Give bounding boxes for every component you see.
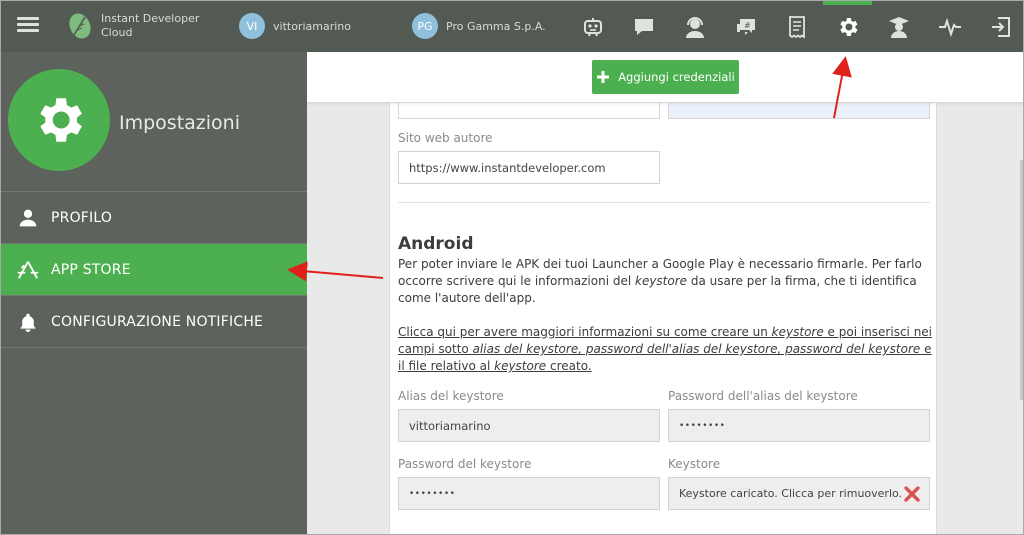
top-nav-icons: # — [567, 1, 1024, 52]
android-heading: Android — [398, 234, 474, 254]
leaf-logo-icon — [69, 13, 91, 39]
user-avatar: VI — [239, 13, 265, 39]
svg-text:#: # — [744, 21, 751, 30]
keystore-file-field[interactable]: Keystore caricato. Clicca per rimuoverlo… — [668, 477, 930, 510]
sidebar-item-app-store[interactable]: APP STORE — [1, 244, 307, 296]
sidebar-item-notifiche[interactable]: CONFIGURAZIONE NOTIFICHE — [1, 296, 307, 348]
company-name: Pro Gamma S.p.A. — [446, 19, 546, 33]
sidebar: Impostazioni PROFILO APP STORE CONFIGURA… — [1, 52, 307, 535]
author-email-field[interactable] — [668, 103, 930, 119]
brand-logo[interactable]: Instant Developer Cloud — [65, 11, 199, 41]
add-credentials-button[interactable]: Aggiungi credenziali — [592, 60, 739, 94]
chat-icon[interactable] — [618, 1, 669, 52]
sidebar-item-label: PROFILO — [51, 209, 113, 226]
author-name-field[interactable] — [398, 103, 660, 119]
logout-icon[interactable] — [975, 1, 1024, 52]
section-divider — [398, 202, 930, 203]
settings-icon[interactable] — [822, 1, 873, 52]
link-text-1: Clicca qui per avere maggiori informazio… — [398, 325, 772, 339]
user-menu[interactable]: VI vittoriamarino — [239, 13, 351, 39]
brand-line-2: Cloud — [101, 26, 133, 39]
forum-icon[interactable]: # — [720, 1, 771, 52]
link-text-4: creato. — [546, 359, 592, 373]
link-text-fields: alias del keystore, password dell'alias … — [472, 342, 921, 356]
main-scrollbar[interactable] — [1018, 52, 1024, 535]
app-store-form: Sito web autore https://www.instantdevel… — [389, 52, 937, 535]
sidebar-title: Impostazioni — [119, 112, 240, 134]
keystore-label: Keystore — [668, 457, 721, 471]
website-label: Sito web autore — [398, 131, 493, 145]
keystore-password-label: Password del keystore — [398, 457, 532, 471]
sidebar-item-label: CONFIGURAZIONE NOTIFICHE — [51, 313, 264, 330]
sidebar-item-profilo[interactable]: PROFILO — [1, 192, 307, 244]
settings-avatar — [8, 69, 110, 171]
hamburger-menu-icon[interactable] — [17, 14, 39, 36]
link-text-keystore-2: keystore — [494, 359, 547, 373]
keystore-info-link[interactable]: Clicca qui per avere maggiori informazio… — [398, 324, 933, 375]
invoice-icon[interactable] — [771, 1, 822, 52]
gear-icon — [40, 98, 82, 142]
bell-icon — [17, 311, 39, 333]
user-icon — [17, 207, 39, 229]
keystore-status-text: Keystore caricato. Clicca per rimuoverlo… — [679, 487, 903, 500]
company-menu[interactable]: PG Pro Gamma S.p.A. — [412, 13, 546, 39]
alias-password-input[interactable]: •••••••• — [668, 409, 930, 442]
sidebar-item-label: APP STORE — [51, 261, 131, 278]
scrollbar-thumb[interactable] — [1020, 160, 1024, 400]
robot-icon[interactable] — [567, 1, 618, 52]
activity-icon[interactable] — [924, 1, 975, 52]
top-bar: Instant Developer Cloud VI vittoriamarin… — [1, 1, 1023, 52]
remove-keystore-icon[interactable] — [903, 485, 921, 503]
user-name: vittoriamarino — [273, 19, 351, 33]
sidebar-header: Impostazioni — [1, 52, 307, 192]
alias-input[interactable]: vittoriamarino — [398, 409, 660, 442]
keystore-password-input[interactable]: •••••••• — [398, 477, 660, 510]
alias-label: Alias del keystore — [398, 389, 504, 403]
android-description: Per poter inviare le APK dei tuoi Launch… — [398, 256, 933, 307]
website-input[interactable]: https://www.instantdeveloper.com — [398, 151, 660, 184]
company-avatar: PG — [412, 13, 438, 39]
plus-icon — [597, 71, 610, 83]
action-bar: Aggiungi credenziali — [307, 52, 1023, 103]
brand-line-1: Instant Developer — [101, 12, 200, 25]
support-icon[interactable] — [669, 1, 720, 52]
add-credentials-label: Aggiungi credenziali — [618, 70, 735, 84]
link-text-keystore: keystore — [771, 325, 824, 339]
android-text-keystore: keystore — [635, 274, 688, 288]
brand-name: Instant Developer Cloud — [101, 12, 199, 40]
app-store-icon — [17, 259, 39, 281]
main-content: Aggiungi credenziali Sito web autore htt… — [307, 52, 1023, 535]
academy-icon[interactable] — [873, 1, 924, 52]
alias-password-label: Password dell'alias del keystore — [668, 389, 858, 403]
